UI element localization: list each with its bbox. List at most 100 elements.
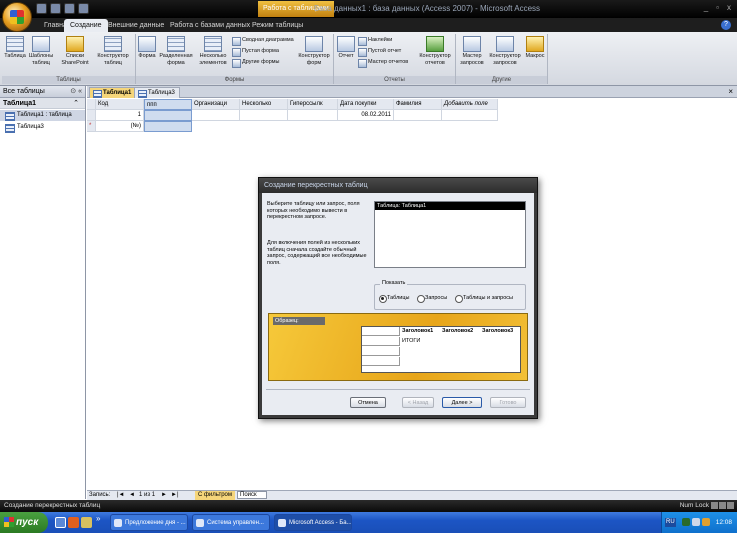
save-icon[interactable]: [36, 3, 47, 14]
form-designer-button[interactable]: Конструктор форм: [296, 36, 332, 66]
task-browser[interactable]: Предложение дня - ...: [110, 514, 188, 531]
redo-icon[interactable]: [64, 3, 75, 14]
more-forms-button[interactable]: Другие формы: [232, 58, 280, 68]
table-button[interactable]: Таблица: [4, 36, 26, 60]
col-header-surname[interactable]: Фамилия: [394, 99, 442, 110]
next-button[interactable]: Далее >: [442, 397, 482, 408]
office-button[interactable]: [2, 2, 32, 32]
cell-add-field[interactable]: [442, 110, 498, 121]
nav-item-table1[interactable]: Таблица1 : таблица: [0, 110, 85, 121]
first-record-button[interactable]: |◄: [117, 491, 125, 500]
minimize-button[interactable]: _: [704, 3, 708, 12]
report-button[interactable]: Отчет: [336, 36, 356, 60]
col-header-code[interactable]: Код: [96, 99, 144, 110]
sample-label: Образец:: [273, 317, 325, 325]
chevron-up-icon[interactable]: ⌃: [73, 98, 79, 109]
task-control-panel[interactable]: Система управлен...: [192, 514, 270, 531]
pivot-table-view-icon[interactable]: [719, 502, 726, 509]
query-designer-button[interactable]: Конструктор запросов: [488, 36, 522, 66]
view-switcher: [711, 502, 734, 509]
nav-header[interactable]: Все таблицы ⊙ «: [0, 86, 85, 98]
search-input[interactable]: Поиск: [237, 491, 267, 499]
radio-queries[interactable]: Запросы: [417, 295, 447, 303]
col-header-multiple[interactable]: Несколько: [240, 99, 288, 110]
table-templates-button[interactable]: Шаблоны таблиц: [28, 36, 54, 66]
cell-ppp[interactable]: [144, 110, 192, 121]
show-desktop-icon[interactable]: [55, 517, 66, 528]
labels-button[interactable]: Наклейки: [358, 36, 392, 46]
cell-code[interactable]: 1: [96, 110, 144, 121]
radio-tables[interactable]: Таблицы: [379, 295, 409, 303]
list-item[interactable]: Таблица: Таблица1: [375, 202, 525, 210]
cell-surname[interactable]: [394, 110, 442, 121]
split-form-button[interactable]: Разделенная форма: [158, 36, 194, 66]
nav-group-table1[interactable]: Таблица1 ⌃: [0, 98, 85, 109]
blank-report-button[interactable]: Пустой отчет: [358, 47, 401, 57]
clock[interactable]: 12:08: [716, 512, 732, 533]
report-wizard-button[interactable]: Мастер отчетов: [358, 58, 408, 68]
volume-icon[interactable]: [692, 518, 700, 526]
sample-row: [362, 337, 400, 346]
query-wizard-button[interactable]: Мастер запросов: [458, 36, 486, 66]
browser-icon[interactable]: [68, 517, 79, 528]
new-record-row: * (№): [87, 121, 507, 132]
group-other: Мастер запросов Конструктор запросов Мак…: [456, 34, 548, 84]
task-access[interactable]: Microsoft Access - Ба...: [274, 514, 352, 531]
sharepoint-lists-button[interactable]: Списки SharePoint: [58, 36, 92, 66]
security-icon[interactable]: [702, 518, 710, 526]
start-button[interactable]: пуск: [0, 512, 48, 533]
cell-new-ppp[interactable]: [144, 121, 192, 132]
report-designer-button[interactable]: Конструктор отчетов: [416, 36, 454, 66]
doc-tab-table1[interactable]: Таблица1: [89, 87, 137, 98]
table-listbox[interactable]: Таблица: Таблица1: [374, 201, 526, 268]
cell-hyperlink[interactable]: [288, 110, 338, 121]
cell-multiple[interactable]: [240, 110, 288, 121]
undo-icon[interactable]: [50, 3, 61, 14]
nav-collapse-icon[interactable]: ⊙ «: [70, 86, 82, 98]
sample-total-label: ИТОГИ: [402, 338, 421, 344]
multiple-items-button[interactable]: Несколько элементов: [196, 36, 230, 66]
last-record-button[interactable]: ►|: [171, 491, 179, 500]
col-header-ppp[interactable]: ппп: [144, 99, 192, 110]
datasheet-view-icon[interactable]: [711, 502, 718, 509]
customize-qat-icon[interactable]: [78, 3, 89, 14]
tab-database-tools[interactable]: Работа с базами данных: [164, 19, 256, 32]
prev-record-button[interactable]: ◄: [129, 491, 135, 500]
row-selector[interactable]: [87, 110, 96, 121]
help-icon[interactable]: ?: [721, 20, 731, 30]
sample-header-3: Заголовок3: [482, 328, 514, 334]
next-record-button[interactable]: ►: [161, 491, 167, 500]
cell-purchase-date[interactable]: 08.02.2011: [338, 110, 394, 121]
network-icon[interactable]: [682, 518, 690, 526]
pivot-chart-button[interactable]: Сводная диаграмма: [232, 36, 294, 46]
doc-tab-table3[interactable]: Таблица3: [134, 87, 180, 98]
filter-toggle[interactable]: С фильтром: [195, 491, 235, 500]
cancel-button[interactable]: Отмена: [350, 397, 386, 408]
tab-datasheet[interactable]: Режим таблицы: [246, 19, 309, 32]
language-indicator[interactable]: RU: [665, 518, 676, 527]
cell-new-code[interactable]: (№): [96, 121, 144, 132]
form-button[interactable]: Форма: [138, 36, 156, 60]
macro-button[interactable]: Макрос: [524, 36, 546, 60]
design-view-icon[interactable]: [727, 502, 734, 509]
col-header-hyperlink[interactable]: Гиперссылк: [288, 99, 338, 110]
radio-tables-and-queries[interactable]: Таблицы и запросы: [455, 295, 513, 303]
finish-button[interactable]: Готово: [490, 397, 526, 408]
select-all-cell[interactable]: [87, 99, 96, 110]
cell-organization[interactable]: [192, 110, 240, 121]
back-button[interactable]: < Назад: [402, 397, 434, 408]
maximize-button[interactable]: ▫: [716, 3, 719, 12]
tab-external-data[interactable]: Внешние данные: [102, 19, 170, 32]
close-button[interactable]: x: [727, 3, 731, 12]
table-designer-button[interactable]: Конструктор таблиц: [94, 36, 132, 66]
col-header-organization[interactable]: Организаци: [192, 99, 240, 110]
col-header-add-field[interactable]: Добавить поле: [442, 99, 498, 110]
blank-form-button[interactable]: Пустая форма: [232, 47, 279, 57]
new-record-marker[interactable]: *: [87, 121, 96, 132]
col-header-purchase-date[interactable]: Дата покупки: [338, 99, 394, 110]
close-icon[interactable]: ×: [728, 86, 733, 98]
more-quicklaunch-icon[interactable]: »: [96, 514, 100, 523]
nav-item-table3[interactable]: Таблица3: [0, 122, 85, 133]
explorer-icon[interactable]: [81, 517, 92, 528]
record-position-field[interactable]: 1 из 1: [139, 491, 155, 500]
